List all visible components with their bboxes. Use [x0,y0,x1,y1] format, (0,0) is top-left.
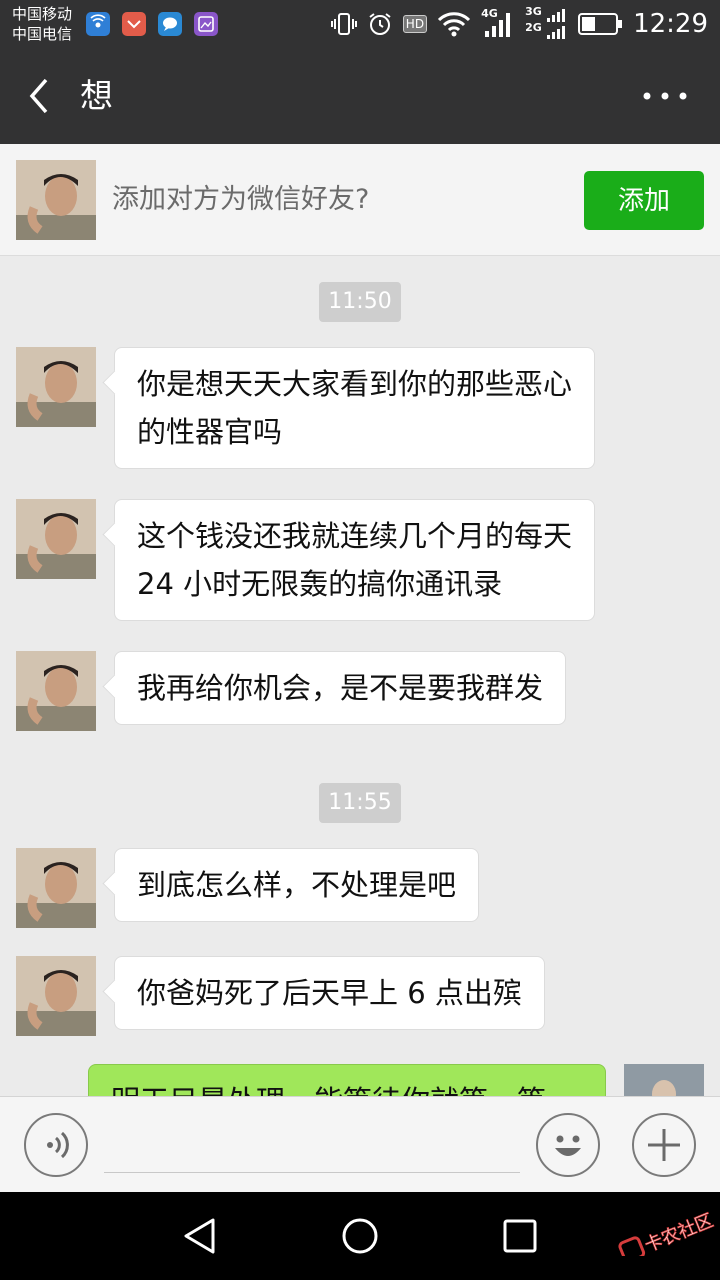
carrier-1: 中国移动 [12,5,73,23]
nav-recents-button[interactable] [500,1216,540,1256]
wechat-chat-screen: 中国移动 中国电信 HD 4G 3G 2G 12:29 想 添加对方为微信好友?… [0,0,720,1280]
sender-avatar[interactable] [16,499,96,579]
incoming-message[interactable]: 你是想天天大家看到你的那些恶心 的性器官吗 [114,347,596,469]
contact-avatar[interactable] [16,160,96,240]
battery-icon [578,13,623,35]
broadcast-app-icon [86,12,110,36]
site-watermark: 卡农社区 [612,1200,716,1263]
nav-home-button[interactable] [340,1216,380,1256]
hd-indicator: HD [402,15,428,33]
message-line: 你爸妈死了后天早上 6 点出殡 [137,976,522,1010]
alarm-icon [369,13,391,35]
timestamp: 11:55 [319,783,401,823]
add-friend-prompt: 添加对方为微信好友? [112,184,370,215]
more-options-button[interactable] [640,82,690,110]
message-line: 到底怎么样，不处理是吧 [137,868,457,902]
input-bar [0,1096,720,1192]
triangle-back-icon [184,1218,215,1254]
wifi-icon [437,12,471,37]
back-button[interactable] [20,76,60,116]
add-friend-button[interactable]: 添加 [584,171,704,230]
carrier-labels: 中国移动 中国电信 [12,4,72,44]
message-line: 这个钱没还我就连续几个月的每天 [137,519,573,553]
message-line: 的性器官吗 [137,415,283,449]
message-line: 24 小时无限轰的搞你通讯录 [137,567,503,601]
missed-call-icon [122,12,146,36]
sender-avatar[interactable] [16,848,96,928]
voice-input-button[interactable] [24,1113,88,1177]
nav-back-button[interactable] [180,1216,220,1256]
chat-title: 想 [80,76,113,115]
more-functions-button[interactable] [632,1113,696,1177]
signal-4g-icon: 4G [481,7,515,39]
gallery-app-icon [194,12,218,36]
status-indicators: HD 4G 3G 2G 12:29 [330,0,708,48]
smiley-icon [555,1135,581,1156]
vibrate-icon [330,13,357,35]
more-dots-icon [643,92,687,100]
clock: 12:29 [633,9,708,39]
message-app-icon [158,12,182,36]
incoming-message[interactable]: 我再给你机会，是不是要我群发 [114,651,567,725]
voice-icon [47,1131,69,1159]
square-recents-icon [503,1219,537,1253]
chevron-left-icon [29,78,48,114]
sender-avatar[interactable] [16,651,96,731]
message-list[interactable]: 11:50 你是想天天大家看到你的那些恶心 的性器官吗 这个钱没还我就连续几个月… [0,256,720,1096]
sender-avatar[interactable] [16,956,96,1036]
sender-avatar[interactable] [16,347,96,427]
outgoing-message[interactable]: 明天目晨处理，能等待你就等一等 [88,1064,606,1096]
my-avatar[interactable] [624,1064,704,1096]
signal-3g2g-icon: 3G 2G [525,5,567,40]
chat-header: 想 [0,48,720,144]
status-bar: 中国移动 中国电信 HD 4G 3G 2G 12:29 [0,0,720,48]
circle-home-icon [342,1218,378,1254]
timestamp: 11:50 [319,282,401,322]
message-line: 你是想天天大家看到你的那些恶心 [137,367,573,401]
message-input[interactable] [104,1121,520,1173]
watermark-text: 卡农社区 [642,1210,716,1256]
message-line: 明天目晨处理，能等待你就等一等 [111,1077,583,1096]
emoji-button[interactable] [536,1113,600,1177]
incoming-message[interactable]: 这个钱没还我就连续几个月的每天 24 小时无限轰的搞你通讯录 [114,499,596,621]
message-line: 我再给你机会，是不是要我群发 [137,671,544,705]
incoming-message[interactable]: 到底怎么样，不处理是吧 [114,848,480,922]
add-friend-bar: 添加对方为微信好友? 添加 [0,144,720,256]
incoming-message[interactable]: 你爸妈死了后天早上 6 点出殡 [114,956,545,1030]
plus-icon [648,1129,680,1161]
carrier-2: 中国电信 [12,25,73,43]
